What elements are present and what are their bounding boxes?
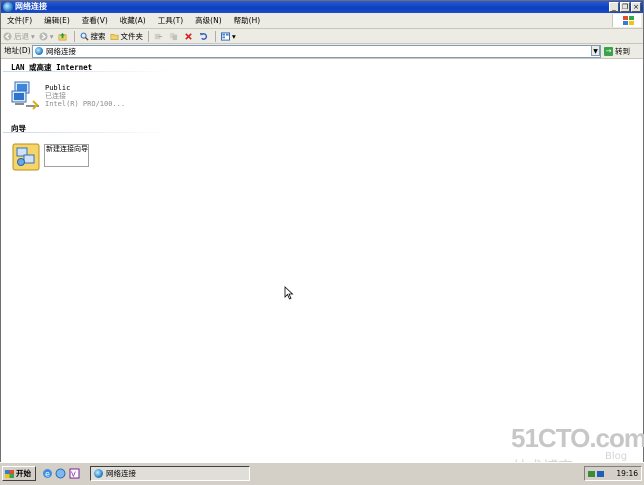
forward-button[interactable]: ▾ <box>37 29 56 43</box>
svg-text:e: e <box>45 470 50 479</box>
undo-button[interactable] <box>197 29 212 43</box>
delete-button[interactable] <box>182 29 197 43</box>
connection-name: Public <box>45 84 71 92</box>
forward-arrow-icon <box>39 31 48 41</box>
folder-up-icon <box>58 32 66 40</box>
go-button[interactable]: → 转到 <box>604 44 630 58</box>
minimize-button[interactable]: _ <box>609 2 619 12</box>
search-label: 搜索 <box>90 31 106 41</box>
address-value: 网络连接 <box>46 47 76 56</box>
windows-logo-icon <box>612 14 641 27</box>
menu-bar: 文件(F) 编辑(E) 查看(V) 收藏(A) 工具(T) 高级(N) 帮助(H… <box>1 13 643 29</box>
network-globe-icon <box>35 47 43 55</box>
network-globe-icon <box>3 2 13 12</box>
standard-toolbar: 后退 ▾ ▾ 搜索 文件夹 ▾ <box>1 29 643 44</box>
start-label: 开始 <box>16 469 31 478</box>
menu-favorites[interactable]: 收藏(A) <box>114 13 152 28</box>
chevron-down-icon: ▾ <box>232 31 236 41</box>
address-dropdown-button[interactable]: ▼ <box>591 45 600 56</box>
search-icon <box>80 32 89 41</box>
network-globe-icon <box>94 469 103 478</box>
group-divider <box>3 71 171 72</box>
clock[interactable]: 19:16 <box>616 467 638 481</box>
connection-status: 已连接 <box>45 92 66 100</box>
back-label: 后退 <box>14 31 29 41</box>
start-button[interactable]: 开始 <box>2 466 36 481</box>
address-input[interactable]: 网络连接 <box>32 45 601 58</box>
group-divider <box>3 132 171 133</box>
menu-tools[interactable]: 工具(T) <box>152 13 189 28</box>
search-button[interactable]: 搜索 <box>78 29 108 43</box>
restore-button[interactable]: ❐ <box>620 2 630 12</box>
move-to-button[interactable] <box>152 29 167 43</box>
go-arrow-icon: → <box>604 46 613 56</box>
folder-icon <box>110 33 118 40</box>
watermark-blog: Blog <box>605 451 628 462</box>
menu-edit[interactable]: 编辑(E) <box>38 13 76 28</box>
window-controls: _ ❐ × <box>609 2 641 12</box>
watermark-brand: 51CTO.com <box>511 423 644 453</box>
ie-quicklaunch-icon[interactable]: e <box>42 468 53 479</box>
menu-file[interactable]: 文件(F) <box>1 13 38 28</box>
explorer-quicklaunch-icon[interactable] <box>55 468 66 479</box>
address-label: 地址(D) <box>4 46 31 55</box>
system-tray: 19:16 <box>584 466 642 481</box>
copy-to-icon <box>169 32 178 40</box>
taskbar-item-label: 网络连接 <box>106 469 136 478</box>
address-bar: 地址(D) 网络连接 ▼ → 转到 <box>1 44 643 59</box>
toolbar-separator <box>148 30 150 42</box>
mouse-cursor-icon <box>284 286 294 300</box>
copy-to-button[interactable] <box>167 29 182 43</box>
chevron-down-icon: ▾ <box>31 31 35 41</box>
undo-icon <box>199 32 208 40</box>
connections-list-view[interactable]: LAN 或高速 Internet Public 已连接 Intel(R) PRO… <box>1 59 644 476</box>
views-icon <box>221 31 231 41</box>
move-to-icon <box>154 33 163 39</box>
svg-text:V: V <box>71 471 76 479</box>
menu-help[interactable]: 帮助(H) <box>228 13 267 28</box>
back-arrow-icon <box>3 31 12 41</box>
new-connection-wizard-icon[interactable] <box>12 143 40 171</box>
taskbar: 开始 e V 网络连接 19:16 <box>0 462 644 485</box>
app-quicklaunch-icon[interactable]: V <box>69 468 80 479</box>
network-tray-icon[interactable] <box>588 470 595 478</box>
folders-button[interactable]: 文件夹 <box>108 29 146 43</box>
explorer-window: 网络连接 _ ❐ × 文件(F) 编辑(E) 查看(V) 收藏(A) 工具(T)… <box>0 0 644 484</box>
title-bar[interactable]: 网络连接 _ ❐ × <box>1 1 643 13</box>
chevron-down-icon: ▾ <box>49 31 54 41</box>
folders-label: 文件夹 <box>120 31 144 41</box>
security-tray-icon[interactable] <box>597 470 604 478</box>
back-button[interactable]: 后退 ▾ <box>1 29 37 43</box>
menu-view[interactable]: 查看(V) <box>76 13 114 28</box>
close-button[interactable]: × <box>631 2 641 12</box>
window-title: 网络连接 <box>15 2 47 11</box>
lan-connection-icon[interactable] <box>11 79 41 111</box>
menu-advanced[interactable]: 高级(N) <box>189 13 227 28</box>
views-button[interactable]: ▾ <box>219 29 238 43</box>
taskbar-item-network-connections[interactable]: 网络连接 <box>90 466 250 481</box>
up-button[interactable] <box>56 29 71 43</box>
connection-device: Intel(R) PRO/100... <box>45 100 126 108</box>
go-label: 转到 <box>615 46 630 56</box>
lan-connection-details[interactable]: Public 已连接 Intel(R) PRO/100... <box>45 84 125 108</box>
toolbar-separator <box>215 30 217 42</box>
windows-logo-icon <box>5 469 14 478</box>
toolbar-separator <box>73 30 75 42</box>
delete-x-icon <box>185 32 192 40</box>
new-connection-wizard-label[interactable]: 新建连接向导 <box>44 144 89 167</box>
